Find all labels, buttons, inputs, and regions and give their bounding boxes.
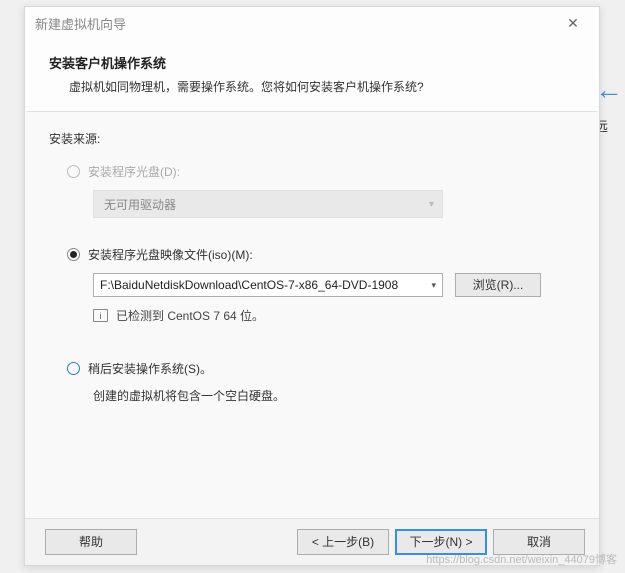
disc-drive-dropdown: 无可用驱动器 ▾: [93, 190, 443, 218]
page-subheading: 虚拟机如同物理机，需要操作系统。您将如何安装客户机操作系统?: [69, 78, 575, 95]
later-description: 创建的虚拟机将包含一个空白硬盘。: [93, 387, 575, 404]
wizard-content: 安装来源: 安装程序光盘(D): 无可用驱动器 ▾ 安装程序光盘映像文件(iso…: [25, 112, 599, 518]
chevron-down-icon[interactable]: ▾: [427, 280, 436, 291]
window-title: 新建虚拟机向导: [35, 14, 557, 33]
watermark-text: https://blog.csdn.net/weixin_44079博客: [426, 551, 617, 567]
help-button[interactable]: 帮助: [45, 529, 137, 555]
radio-option-iso[interactable]: 安装程序光盘映像文件(iso)(M):: [67, 246, 575, 263]
detection-text: 已检测到 CentOS 7 64 位。: [116, 307, 264, 324]
close-icon[interactable]: ✕: [557, 15, 589, 32]
radio-option-disc: 安装程序光盘(D):: [67, 163, 575, 180]
radio-label-iso: 安装程序光盘映像文件(iso)(M):: [88, 246, 253, 263]
page-heading: 安装客户机操作系统: [49, 53, 575, 72]
radio-icon: [67, 248, 80, 261]
radio-label-later: 稍后安装操作系统(S)。: [88, 360, 212, 377]
install-source-label: 安装来源:: [49, 130, 575, 147]
radio-option-later[interactable]: 稍后安装操作系统(S)。: [67, 360, 575, 377]
titlebar: 新建虚拟机向导 ✕: [25, 7, 599, 39]
back-button[interactable]: < 上一步(B): [297, 529, 389, 555]
browse-button[interactable]: 浏览(R)...: [455, 273, 541, 297]
detection-status: i 已检测到 CentOS 7 64 位。: [93, 307, 575, 324]
radio-icon: [67, 362, 80, 375]
iso-path-combo[interactable]: F:\BaiduNetdiskDownload\CentOS-7-x86_64-…: [93, 273, 443, 297]
disc-drive-value: 无可用驱动器: [104, 196, 176, 213]
chevron-down-icon: ▾: [429, 199, 434, 210]
info-icon: i: [93, 309, 108, 322]
iso-path-value: F:\BaiduNetdiskDownload\CentOS-7-x86_64-…: [100, 278, 398, 292]
wizard-dialog: 新建虚拟机向导 ✕ 安装客户机操作系统 虚拟机如同物理机，需要操作系统。您将如何…: [24, 6, 600, 566]
wizard-header: 安装客户机操作系统 虚拟机如同物理机，需要操作系统。您将如何安装客户机操作系统?: [25, 39, 599, 111]
radio-label-disc: 安装程序光盘(D):: [88, 163, 180, 180]
radio-icon: [67, 165, 80, 178]
